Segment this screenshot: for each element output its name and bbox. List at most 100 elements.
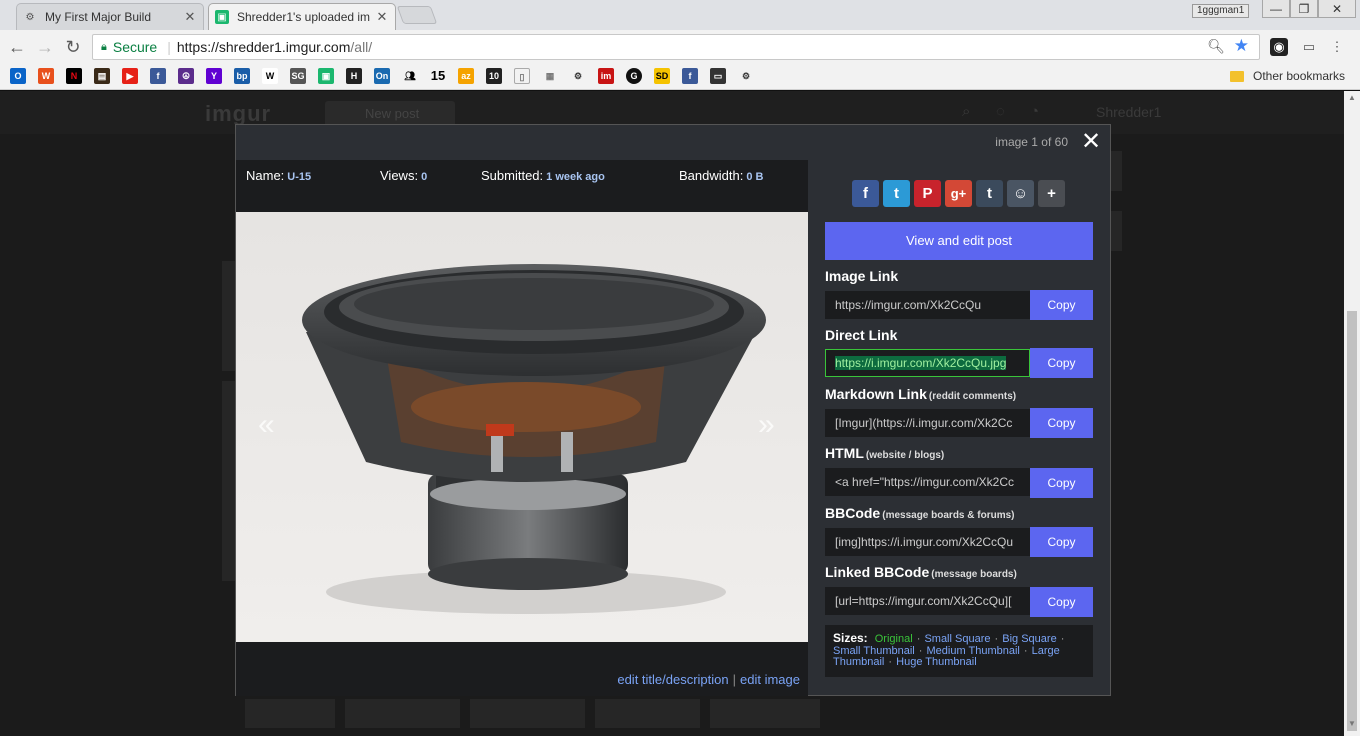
direct-link-input[interactable]: https://i.imgur.com/Xk2CcQu.jpg xyxy=(825,349,1030,377)
cast-icon[interactable]: ▭ xyxy=(1300,38,1318,56)
size-original-link[interactable]: Original xyxy=(875,633,913,645)
size-medium-thumbnail-link[interactable]: Medium Thumbnail xyxy=(927,645,1020,657)
hs-icon[interactable]: H xyxy=(346,68,362,84)
bp-icon[interactable]: bp xyxy=(234,68,250,84)
bg-thumbnail xyxy=(222,381,236,581)
copy-bbcode-button[interactable]: Copy xyxy=(1030,527,1093,557)
meta-submitted: Submitted: 1 week ago xyxy=(481,168,605,183)
direct-link-label: Direct Link xyxy=(825,327,898,343)
maximize-icon[interactable]: ❐ xyxy=(1290,0,1318,18)
minimize-icon[interactable]: — xyxy=(1262,0,1290,18)
forward-icon[interactable]: → xyxy=(34,36,56,58)
page-scrollbar[interactable]: ▲ ▼ xyxy=(1344,91,1360,736)
im-icon[interactable]: im xyxy=(598,68,614,84)
linked-bbcode-input[interactable]: [url=https://imgur.com/Xk2CcQu][ xyxy=(825,587,1030,615)
zoom-icon[interactable]: 🔍︎ xyxy=(1207,38,1225,55)
image-viewer[interactable]: « » xyxy=(236,212,808,642)
bookmarks-bar: O W N ▤ ▶ f ☮ Y bp W SG ▣ H On 👥︎ 15 az … xyxy=(0,64,1360,90)
edit-image-link[interactable]: edit image xyxy=(740,672,800,687)
netflix-icon[interactable]: N xyxy=(66,68,82,84)
yahoo-icon[interactable]: Y xyxy=(206,68,222,84)
facebook-share-icon[interactable]: f xyxy=(852,180,879,207)
facebook-icon[interactable]: f xyxy=(150,68,166,84)
facebook-icon[interactable]: f xyxy=(682,68,698,84)
prev-image-arrow[interactable]: « xyxy=(258,408,275,442)
edit-title-link[interactable]: edit title/description xyxy=(617,672,728,687)
sizes-title: Sizes: xyxy=(833,631,868,645)
forum-icon[interactable]: ⚙ xyxy=(570,68,586,84)
next-image-arrow[interactable]: » xyxy=(758,408,775,442)
window-close-icon[interactable]: ✕ xyxy=(1318,0,1356,18)
twitter-share-icon[interactable]: t xyxy=(883,180,910,207)
fifteen-icon[interactable]: 15 xyxy=(430,68,446,84)
googleplus-share-icon[interactable]: g+ xyxy=(945,180,972,207)
close-icon[interactable]: ✕ xyxy=(1080,128,1102,156)
menu-icon[interactable]: ⋮ xyxy=(1328,38,1346,56)
bbcode-input[interactable]: [img]https://i.imgur.com/Xk2CcQu xyxy=(825,528,1030,556)
close-tab-icon[interactable]: ✕ xyxy=(375,9,389,25)
other-bookmarks-label: Other bookmarks xyxy=(1253,69,1346,83)
imgur-icon[interactable]: ▣ xyxy=(318,68,334,84)
reddit-share-icon[interactable]: ☺ xyxy=(1007,180,1034,207)
taskbar-strip xyxy=(0,728,1344,736)
close-tab-icon[interactable]: ✕ xyxy=(183,9,197,25)
pinterest-share-icon[interactable]: P xyxy=(914,180,941,207)
size-big-square-link[interactable]: Big Square xyxy=(1002,633,1056,645)
bg-username: Shredder1 xyxy=(1096,104,1162,120)
more-share-icon[interactable]: + xyxy=(1038,180,1065,207)
image-link-input[interactable]: https://imgur.com/Xk2CcQu xyxy=(825,291,1030,319)
markdown-link-input[interactable]: [Imgur](https://i.imgur.com/Xk2Cc xyxy=(825,409,1030,437)
sizes-panel: Sizes: Original · Small Square · Big Squ… xyxy=(825,625,1093,677)
scrollbar-thumb[interactable] xyxy=(1347,311,1357,731)
peace-icon[interactable]: ☮ xyxy=(178,68,194,84)
tab-my-first-major-build[interactable]: ⚙ My First Major Build ✕ xyxy=(16,3,204,30)
chat-icon: ◌ xyxy=(996,103,1005,120)
fox10-icon[interactable]: 10 xyxy=(486,68,502,84)
view-edit-post-button[interactable]: View and edit post xyxy=(825,222,1093,260)
subwoofer-photo xyxy=(236,212,808,642)
extension-icon[interactable]: ◉ xyxy=(1270,38,1288,56)
meta-name: Name: U-15 xyxy=(246,168,312,183)
tumblr-share-icon[interactable]: t xyxy=(976,180,1003,207)
imgur-icon: ▣ xyxy=(215,10,229,24)
sd-icon[interactable]: SD xyxy=(654,68,670,84)
markdown-link-label: Markdown Link (reddit comments) xyxy=(825,386,1017,402)
meta-views: Views: 0 xyxy=(380,168,428,183)
copy-image-link-button[interactable]: Copy xyxy=(1030,290,1093,320)
other-bookmarks[interactable]: Other bookmarks xyxy=(1230,69,1345,83)
news-icon[interactable]: az xyxy=(458,68,474,84)
sg-icon[interactable]: SG xyxy=(290,68,306,84)
html-link-input[interactable]: <a href="https://imgur.com/Xk2Cc xyxy=(825,468,1030,496)
bg-thumbnail xyxy=(222,261,236,371)
address-bar[interactable]: 🔒︎ Secure | https://shredder1.imgur.com /… xyxy=(92,34,1260,60)
size-small-thumbnail-link[interactable]: Small Thumbnail xyxy=(833,645,915,657)
scroll-up-icon[interactable]: ▲ xyxy=(1348,93,1356,102)
doc-icon[interactable]: ▯ xyxy=(514,68,530,84)
calc-icon[interactable]: ▦ xyxy=(542,68,558,84)
youtube-icon[interactable]: ▶ xyxy=(122,68,138,84)
forum-icon[interactable]: ⚙ xyxy=(738,68,754,84)
back-icon[interactable]: ← xyxy=(6,36,28,58)
g-icon[interactable]: G xyxy=(626,68,642,84)
outlook-icon[interactable]: O xyxy=(10,68,26,84)
people-icon[interactable]: 👥︎ xyxy=(402,68,418,84)
scroll-down-icon[interactable]: ▼ xyxy=(1348,719,1356,728)
copy-linked-bbcode-button[interactable]: Copy xyxy=(1030,587,1093,617)
size-small-square-link[interactable]: Small Square xyxy=(924,633,990,645)
copy-markdown-link-button[interactable]: Copy xyxy=(1030,408,1093,438)
on-icon[interactable]: On xyxy=(374,68,390,84)
copy-direct-link-button[interactable]: Copy xyxy=(1030,348,1093,378)
pe-icon[interactable]: ▭ xyxy=(710,68,726,84)
bookmark-star-icon[interactable]: ★ xyxy=(1234,36,1249,56)
wikipedia-icon[interactable]: W xyxy=(262,68,278,84)
profile-button[interactable]: 1gggman1 xyxy=(1192,4,1250,18)
url-host: https://shredder1.imgur.com xyxy=(176,39,351,55)
tab-imgur[interactable]: ▣ Shredder1's uploaded im ✕ xyxy=(208,3,396,30)
size-huge-thumbnail-link[interactable]: Huge Thumbnail xyxy=(896,656,977,668)
toolbox-icon[interactable]: ▤ xyxy=(94,68,110,84)
meta-bandwidth: Bandwidth: 0 B xyxy=(679,168,764,183)
copy-html-link-button[interactable]: Copy xyxy=(1030,468,1093,498)
wf-icon[interactable]: W xyxy=(38,68,54,84)
new-tab-button[interactable] xyxy=(396,6,438,24)
reload-icon[interactable]: ↻ xyxy=(62,36,84,58)
